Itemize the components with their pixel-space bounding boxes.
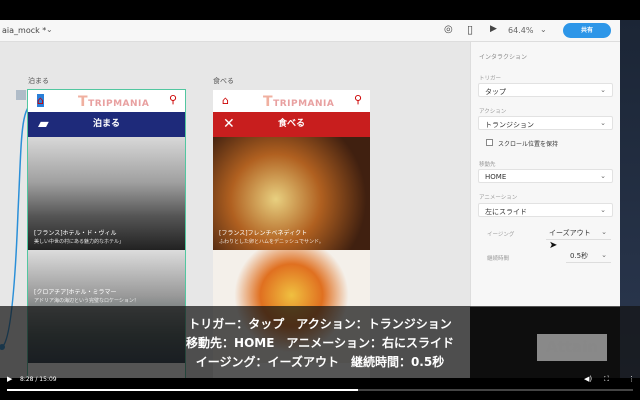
share-button[interactable]: 共有: [563, 23, 611, 38]
duration-select[interactable]: 0.5秒 ⌄: [566, 249, 611, 263]
animation-label: アニメーション: [479, 195, 518, 201]
volume-icon[interactable]: ◀): [584, 375, 592, 383]
chevron-down-icon[interactable]: ⌄: [46, 25, 53, 34]
fork-knife-icon: ✕: [223, 116, 235, 132]
watermark-logo: Attain: [537, 334, 607, 361]
trigger-label: トリガー: [479, 76, 502, 82]
progress-fill: [7, 389, 358, 391]
search-icon[interactable]: ⚲: [354, 93, 362, 106]
interaction-panel: インタラクション トリガー タップ ⌄ アクション トランジション ⌄ スクロール位…: [470, 42, 620, 307]
action-select[interactable]: トランジション ⌄: [478, 116, 613, 130]
link-handle[interactable]: [16, 90, 26, 100]
mouse-cursor-icon: ➤: [549, 240, 558, 251]
logo: TTRIPMANIA: [263, 94, 335, 110]
progress-track[interactable]: [7, 389, 633, 391]
logo: TTRIPMANIA: [78, 94, 150, 110]
easing-label: イージング: [487, 232, 515, 238]
card-title: [フランス]ホテル・ド・ヴィル: [34, 230, 117, 237]
animation-select[interactable]: 左にスライド ⌄: [478, 203, 613, 217]
destination-label: 移動先: [479, 162, 496, 168]
duration-label: 継続時間: [487, 256, 510, 262]
artboard-title: 泊まる: [28, 77, 49, 85]
phone-preview-icon[interactable]: ▯: [467, 23, 473, 36]
scroll-checkbox[interactable]: [486, 139, 493, 146]
subtitle-line: トリガー：タップ アクション：トランジション: [188, 317, 452, 331]
play-icon[interactable]: ▶: [490, 24, 497, 34]
category-band: ▰ 泊まる: [28, 112, 185, 137]
card-title: [フランス]フレンチベネディクト: [219, 230, 308, 237]
card-title: [クロアチア]ホテル・ミラマー: [34, 289, 117, 296]
video-time: 8:28 / 15:09: [20, 376, 57, 383]
play-icon[interactable]: ▶: [7, 375, 12, 383]
artboard-title: 食べる: [213, 77, 234, 85]
card-subtitle: アドリア海の海辺という完璧なロケーション！: [34, 298, 139, 304]
app-header: ⌂ TTRIPMANIA ⚲: [213, 90, 370, 112]
chevron-down-icon: ⌄: [600, 206, 606, 214]
file-title[interactable]: aia_mock *: [2, 26, 46, 35]
scroll-checkbox-label[interactable]: スクロール位置を保持: [498, 139, 558, 148]
video-controls: ▶ 8:28 / 15:09 ◀) ⛶ ⋮: [0, 375, 640, 400]
search-icon[interactable]: ⚲: [169, 93, 177, 106]
bed-icon: ▰: [38, 116, 49, 132]
home-icon[interactable]: ⌂: [222, 94, 229, 107]
home-icon[interactable]: ⌂: [37, 94, 44, 107]
destination-select[interactable]: HOME ⌄: [478, 169, 613, 183]
app-header: ⌂ TTRIPMANIA ⚲: [28, 90, 185, 112]
card-photo[interactable]: [フランス]ホテル・ド・ヴィル美しい中世の村にある魅力的なホテル」: [28, 137, 185, 250]
zoom-chevron-icon[interactable]: ⌄: [540, 25, 547, 34]
app-toolbar: aia_mock * ⌄ ◎ ▯ ▶ 64.4% ⌄ 共有: [0, 20, 620, 42]
card-photo[interactable]: [フランス]フレンチベネディクトふわりとした卵とハムをデニッシュでサンド。: [213, 137, 370, 250]
trigger-select[interactable]: タップ ⌄: [478, 83, 613, 97]
fullscreen-icon[interactable]: ⛶: [604, 375, 609, 384]
card-subtitle: ふわりとした卵とハムをデニッシュでサンド。: [219, 239, 324, 245]
panel-heading: インタラクション: [479, 54, 528, 61]
category-band: ✕ 食べる: [213, 112, 370, 137]
chevron-down-icon: ⌄: [600, 86, 606, 94]
zoom-level[interactable]: 64.4%: [508, 26, 533, 35]
chevron-down-icon: ⌄: [600, 172, 606, 180]
action-label: アクション: [479, 109, 507, 115]
user-icon[interactable]: ◎: [444, 24, 453, 35]
video-top-bar: [0, 0, 640, 20]
more-icon[interactable]: ⋮: [628, 375, 635, 383]
chevron-down-icon: ⌄: [600, 119, 606, 127]
card-subtitle: 美しい中世の村にある魅力的なホテル」: [34, 239, 125, 245]
easing-select[interactable]: イーズアウト ⌄: [546, 226, 611, 240]
